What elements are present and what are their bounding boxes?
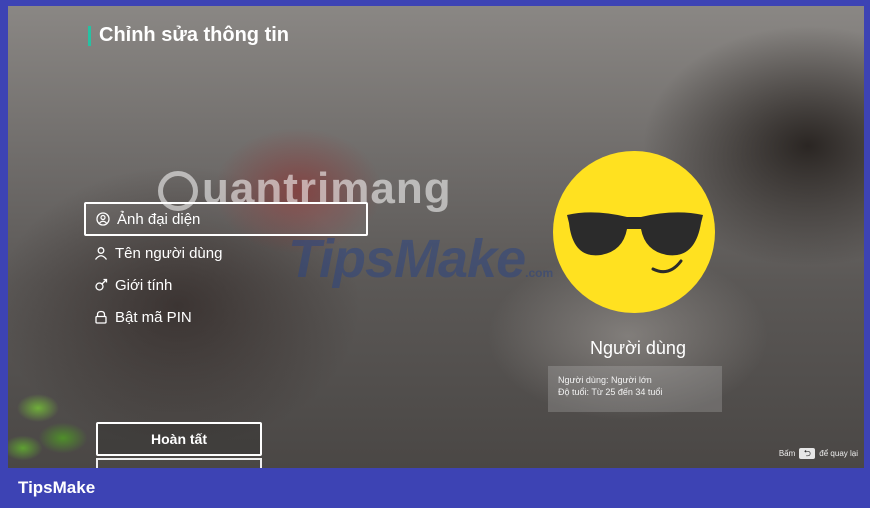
menu-item-label: Tên người dùng xyxy=(115,244,223,262)
tv-screen: Chỉnh sửa thông tin uantrimang TipsMake.… xyxy=(8,6,864,468)
profile-age-range: Độ tuổi: Từ 25 đến 34 tuổi xyxy=(558,387,663,397)
page-frame: Chỉnh sửa thông tin uantrimang TipsMake.… xyxy=(0,0,870,508)
back-hint: Bấm ⮌ để quay lại xyxy=(778,448,858,459)
profile-name: Người dùng xyxy=(590,338,686,358)
lock-icon xyxy=(95,310,107,324)
menu-item-gender[interactable]: Giới tính xyxy=(84,270,374,300)
gender-icon xyxy=(95,278,108,291)
menu-item-label: Bật mã PIN xyxy=(115,308,192,326)
secondary-button[interactable] xyxy=(96,458,262,468)
footer-brand: TipsMake xyxy=(18,478,96,497)
done-button[interactable]: Hoàn tất xyxy=(96,422,262,456)
page-title: Chỉnh sửa thông tin xyxy=(88,24,289,47)
profile-menu: Ảnh đại diện Tên người dùng Giới tính Bậ… xyxy=(84,202,374,334)
avatar-sunglasses-emoji xyxy=(553,151,715,313)
menu-item-avatar[interactable]: Ảnh đại diện xyxy=(84,202,368,236)
avatar-circle-icon xyxy=(96,212,110,226)
sunglasses-face-icon xyxy=(567,212,703,274)
menu-item-pin[interactable]: Bật mã PIN xyxy=(84,302,374,332)
profile-user-type: Người dùng: Người lớn xyxy=(558,375,652,385)
menu-item-username[interactable]: Tên người dùng xyxy=(84,238,374,268)
plant-decoration xyxy=(8,378,98,468)
page-title-text: Chỉnh sửa thông tin xyxy=(99,24,290,46)
back-arrow-icon: ⮌ xyxy=(799,448,816,459)
menu-item-label: Ảnh đại diện xyxy=(117,210,201,228)
person-icon xyxy=(94,247,108,260)
profile-info-box: Người dùng: Người lớn Độ tuổi: Từ 25 đến… xyxy=(548,366,722,412)
title-accent-bar xyxy=(88,25,91,46)
menu-item-label: Giới tính xyxy=(115,276,173,294)
